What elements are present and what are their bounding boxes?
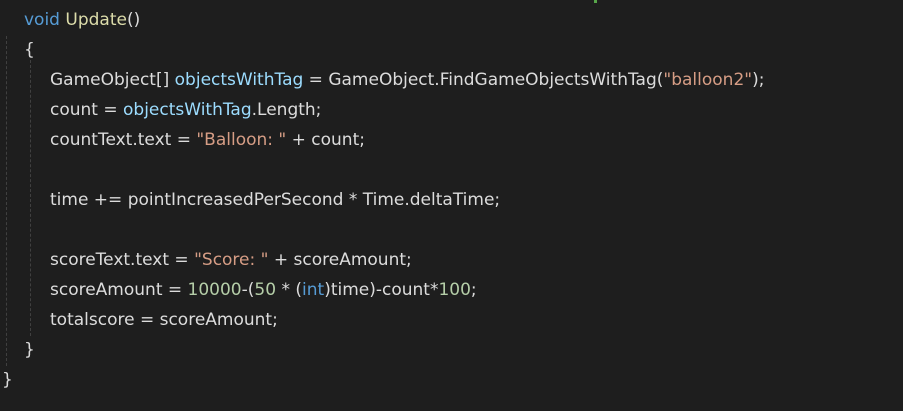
code-line-7: time += pointIncreasedPerSecond * Time.d… — [50, 190, 501, 210]
number-literal: 10000 — [187, 280, 242, 300]
code-line-1: void Update() — [24, 10, 141, 30]
code-line-12: } — [24, 340, 35, 360]
code-line-2: { — [24, 40, 35, 60]
code-line-4: count = objectsWithTag.Length; — [50, 100, 322, 120]
number-literal: 50 — [254, 280, 277, 300]
change-marker — [594, 0, 597, 3]
indent-guide-method — [30, 60, 31, 336]
code-line-3: GameObject[] objectsWithTag = GameObject… — [50, 70, 765, 90]
string-literal: "balloon2" — [663, 70, 753, 90]
string-literal: "Balloon: " — [196, 130, 287, 150]
code-editor[interactable]: void Update() { GameObject[] objectsWith… — [0, 0, 903, 411]
code-line-9: scoreText.text = "Score: " + scoreAmount… — [50, 250, 412, 270]
keyword-void: void — [24, 10, 60, 30]
number-literal: 100 — [438, 280, 471, 300]
keyword-int: int — [302, 280, 325, 300]
indent-guide-class — [6, 36, 7, 366]
code-line-10: scoreAmount = 10000-(50 * (int)time)-cou… — [50, 280, 477, 300]
code-line-13: } — [2, 370, 13, 390]
local-var: objectsWithTag — [123, 100, 252, 120]
local-var: objectsWithTag — [174, 70, 304, 90]
string-literal: "Score: " — [194, 250, 269, 270]
code-line-11: totalscore = scoreAmount; — [50, 310, 278, 330]
method-name: Update — [65, 10, 127, 30]
code-line-5: countText.text = "Balloon: " + count; — [50, 130, 365, 150]
